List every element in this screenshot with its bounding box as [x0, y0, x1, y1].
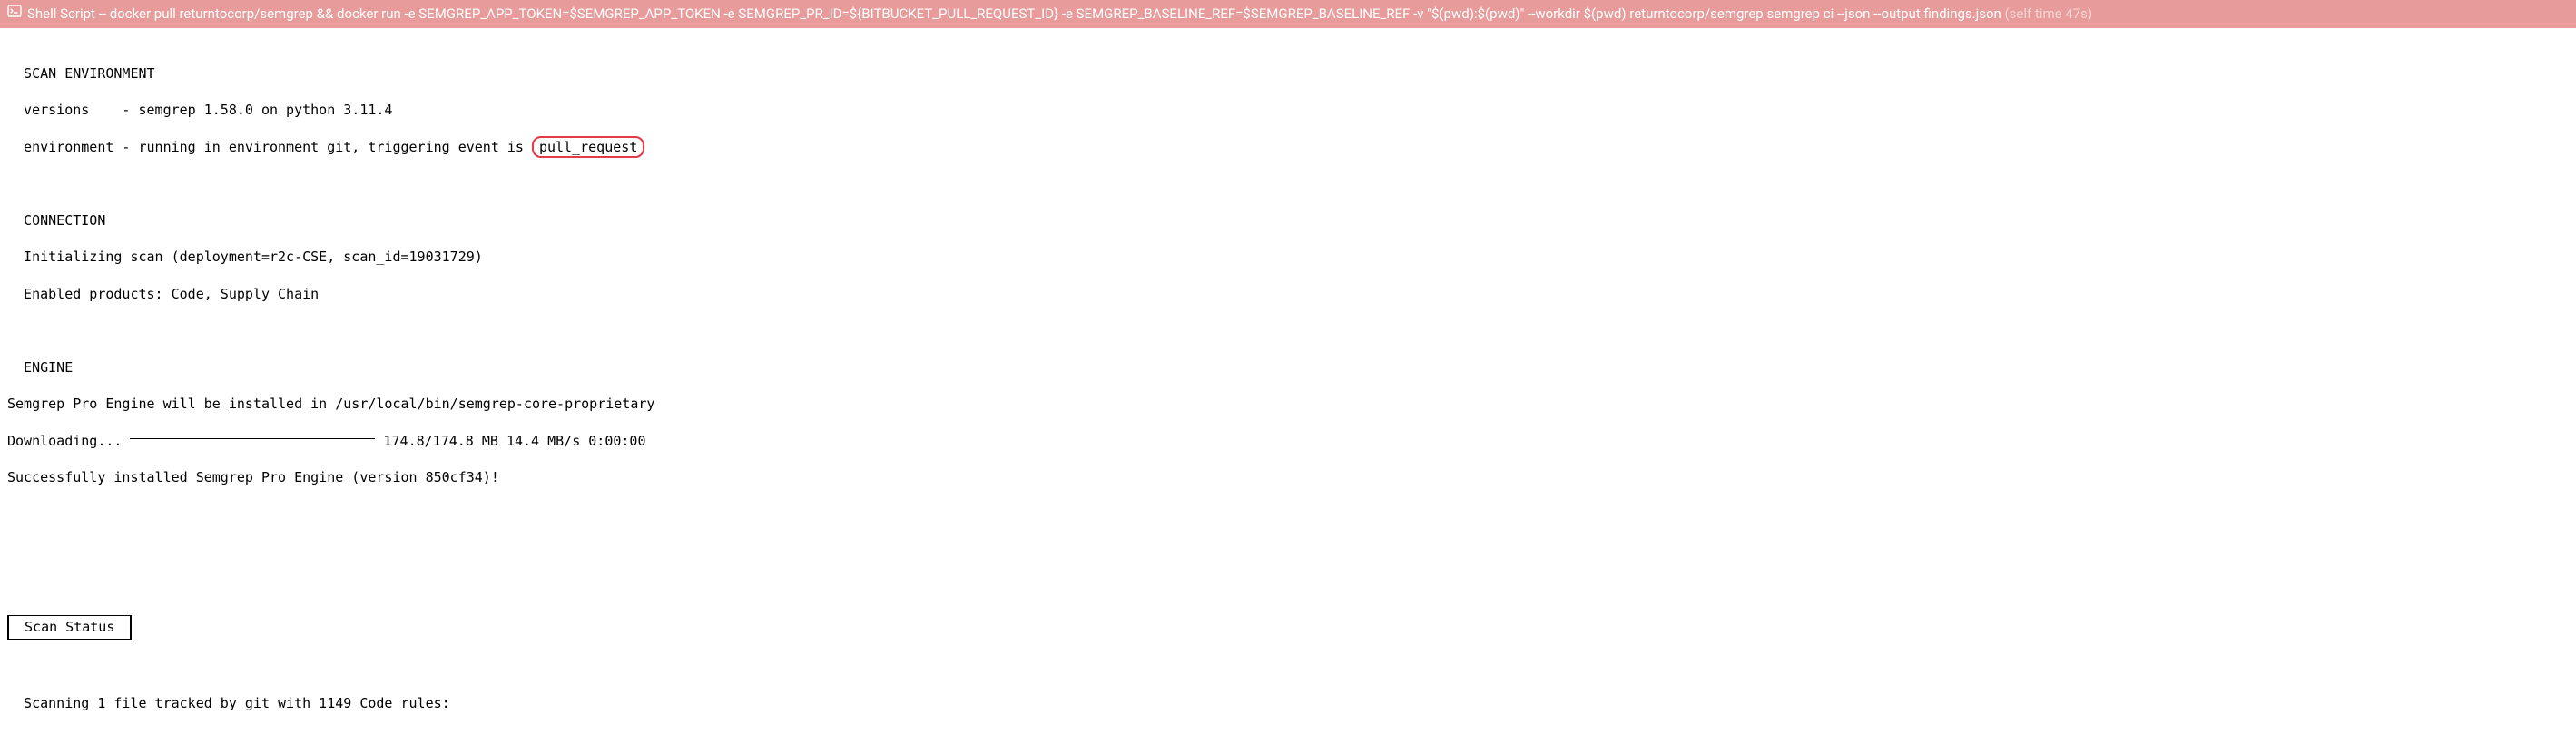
output-line: Scanning 1 file tracked by git with 1149… — [7, 694, 2576, 712]
output-line: Initializing scan (deployment=r2c-CSE, s… — [7, 248, 2576, 266]
header-separator: -- — [95, 5, 110, 22]
output-blank — [7, 174, 2576, 192]
output-blank — [7, 658, 2576, 676]
output-line: ENGINE — [7, 358, 2576, 377]
terminal-icon — [7, 4, 22, 18]
output-blank — [7, 579, 2576, 597]
pull-request-highlight: pull_request — [532, 136, 644, 158]
downloading-stats: 174.8/174.8 MB 14.4 MB/s 0:00:00 — [375, 433, 645, 449]
output-blank — [7, 542, 2576, 560]
shell-script-label: Shell Script — [27, 5, 95, 22]
output-line: SCAN ENVIRONMENT — [7, 64, 2576, 83]
output-line: Downloading... 174.8/174.8 MB 14.4 MB/s … — [7, 432, 2576, 450]
scan-status-box: Scan Status — [7, 615, 132, 639]
shell-script-header: Shell Script -- docker pull returntocorp… — [0, 0, 2576, 28]
shell-command: docker pull returntocorp/semgrep && dock… — [110, 5, 2001, 22]
output-line: CONNECTION — [7, 211, 2576, 230]
self-time: (self time 47s) — [2005, 5, 2093, 22]
output-line: Successfully installed Semgrep Pro Engin… — [7, 468, 2576, 486]
output-blank — [7, 321, 2576, 339]
terminal-output: SCAN ENVIRONMENT versions - semgrep 1.58… — [0, 28, 2576, 731]
output-line: environment - running in environment git… — [7, 138, 2576, 156]
output-line: Semgrep Pro Engine will be installed in … — [7, 395, 2576, 413]
output-line: versions - semgrep 1.58.0 on python 3.11… — [7, 101, 2576, 119]
scan-status-row: Scan Status — [7, 615, 2576, 639]
progress-bar — [130, 438, 375, 439]
downloading-prefix: Downloading... — [7, 433, 130, 449]
env-prefix: environment - running in environment git… — [7, 139, 532, 155]
output-blank — [7, 505, 2576, 524]
output-line: Enabled products: Code, Supply Chain — [7, 285, 2576, 303]
